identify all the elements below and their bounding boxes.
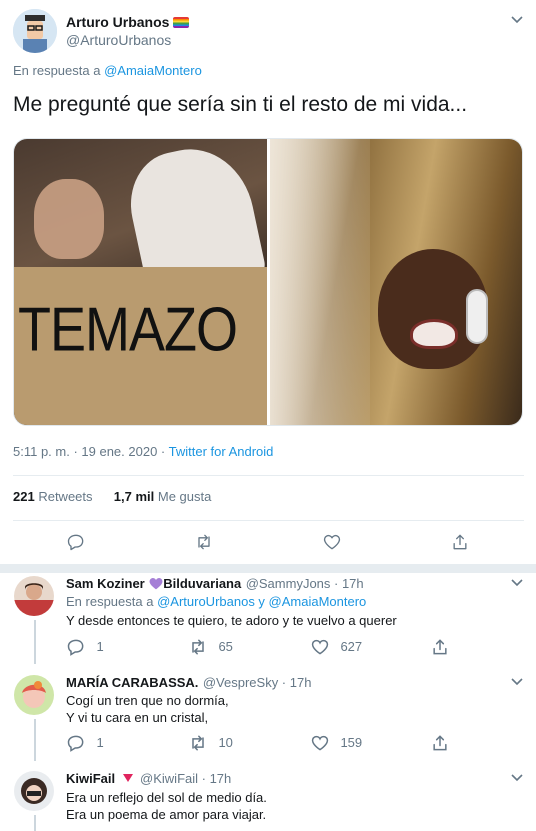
reply-icon	[67, 735, 84, 752]
thread-line	[34, 815, 36, 831]
reply-to-link[interactable]: @ArturoUrbanos y @AmaiaMontero	[157, 594, 366, 609]
reply-text-line: Y vi tu cara en un cristal,	[66, 710, 209, 725]
retweet-button[interactable]: 10	[188, 733, 248, 753]
chevron-down-icon[interactable]	[510, 674, 524, 688]
media-image-left[interactable]: TEMAZO	[14, 139, 268, 425]
author-avatar[interactable]	[13, 9, 57, 53]
reply-count: 1	[96, 735, 104, 751]
author-name[interactable]: Arturo Urbanos	[66, 14, 190, 30]
divider	[13, 520, 524, 521]
media-image-right[interactable]	[270, 139, 522, 425]
author-handle[interactable]: @ArturoUrbanos	[66, 32, 171, 48]
reply-author-name[interactable]: MARÍA CARABASSA.	[66, 675, 198, 690]
reply-to-link[interactable]: @AmaiaMontero	[104, 63, 202, 78]
reply-prefix: En respuesta a	[13, 63, 101, 78]
reply-context: En respuesta a @ArturoUrbanos y @AmaiaMo…	[66, 594, 366, 609]
reply-text-line: Era un reflejo del sol de medio día.	[66, 790, 267, 805]
reply-author-name[interactable]: KiwiFail	[66, 771, 115, 786]
reply-header: MARÍA CARABASSA. @VespreSky · 17h	[66, 674, 311, 692]
section-separator	[0, 564, 536, 573]
tweet-meta: 5:11 p. m. · 19 ene. 2020 · Twitter for …	[13, 444, 273, 459]
reply-avatar[interactable]	[14, 675, 54, 715]
reply-context: En respuesta a @AmaiaMontero	[13, 63, 202, 78]
retweets-label[interactable]: Retweets	[38, 489, 92, 504]
headphone-shape	[466, 289, 488, 344]
reply-header: KiwiFail @KiwiFail · 17h	[66, 770, 231, 788]
rainbow-flag-icon	[173, 17, 190, 28]
retweet-icon	[192, 639, 204, 655]
photo-mouth	[410, 319, 458, 349]
reply-header: Sam Koziner Bilduvariana @SammyJons · 17…	[66, 575, 364, 595]
tweet-stats: 221 Retweets 1,7 mil Me gusta	[13, 489, 211, 504]
divider	[13, 475, 524, 476]
thread-line	[34, 719, 36, 761]
reply-button[interactable]: 1	[66, 733, 126, 753]
retweet-icon	[192, 735, 204, 751]
like-icon	[311, 639, 329, 655]
tweet-text: Me pregunté que sería sin ti el resto de…	[13, 93, 468, 116]
reply-avatar[interactable]	[14, 576, 54, 616]
author-name-text[interactable]: Arturo Urbanos	[66, 14, 169, 30]
chevron-down-icon[interactable]	[510, 770, 524, 784]
like-icon	[311, 735, 329, 751]
retweet-count: 65	[218, 639, 233, 655]
thread-line	[34, 620, 36, 664]
chevron-down-icon[interactable]	[510, 575, 524, 589]
reply-prefix: En respuesta a	[66, 594, 154, 609]
reply-count: 1	[96, 639, 104, 655]
reply-avatar[interactable]	[14, 771, 54, 811]
share-icon[interactable]	[430, 733, 450, 753]
share-icon[interactable]	[450, 532, 470, 552]
retweets-count[interactable]: 221	[13, 489, 35, 504]
reply-text-line: Era un poema de amor para viajar.	[66, 807, 267, 822]
reply-button[interactable]: 1	[66, 637, 126, 657]
chevron-down-icon[interactable]	[510, 12, 524, 26]
likes-count[interactable]: 1,7 mil	[114, 489, 154, 504]
red-triangle-icon	[122, 770, 134, 788]
reply-text: Y desde entonces te quiero, te adoro y t…	[66, 613, 397, 628]
purple-heart-icon	[149, 577, 163, 595]
reply-author-name[interactable]: Sam Koziner	[66, 576, 145, 591]
reply-handle-time[interactable]: @KiwiFail · 17h	[140, 771, 231, 786]
photo-blur	[270, 139, 370, 425]
like-count: 627	[340, 639, 363, 655]
likes-label[interactable]: Me gusta	[158, 489, 211, 504]
reply-icon[interactable]	[66, 532, 86, 552]
retweet-icon[interactable]	[194, 532, 214, 552]
reply-handle-time[interactable]: @SammyJons · 17h	[246, 576, 364, 591]
like-count: 159	[340, 735, 363, 751]
tweet-media[interactable]: TEMAZO	[13, 138, 523, 426]
retweet-button[interactable]: 65	[188, 637, 248, 657]
tweet-source[interactable]: Twitter for Android	[169, 444, 274, 459]
reply-handle-time[interactable]: @VespreSky · 17h	[203, 675, 312, 690]
photo-figure	[34, 179, 104, 259]
like-button[interactable]: 159	[310, 733, 380, 753]
reply-text-line: Cogí un tren que no dormía,	[66, 693, 229, 708]
reply-icon	[67, 639, 84, 656]
sign-text: TEMAZO	[18, 295, 238, 365]
like-button[interactable]: 627	[310, 637, 380, 657]
retweet-count: 10	[218, 735, 233, 751]
share-icon[interactable]	[430, 637, 450, 657]
like-icon[interactable]	[322, 532, 342, 552]
reply-author-name-suffix[interactable]: Bilduvariana	[163, 576, 241, 591]
tweet-time[interactable]: 5:11 p. m. · 19 ene. 2020 ·	[13, 444, 165, 459]
